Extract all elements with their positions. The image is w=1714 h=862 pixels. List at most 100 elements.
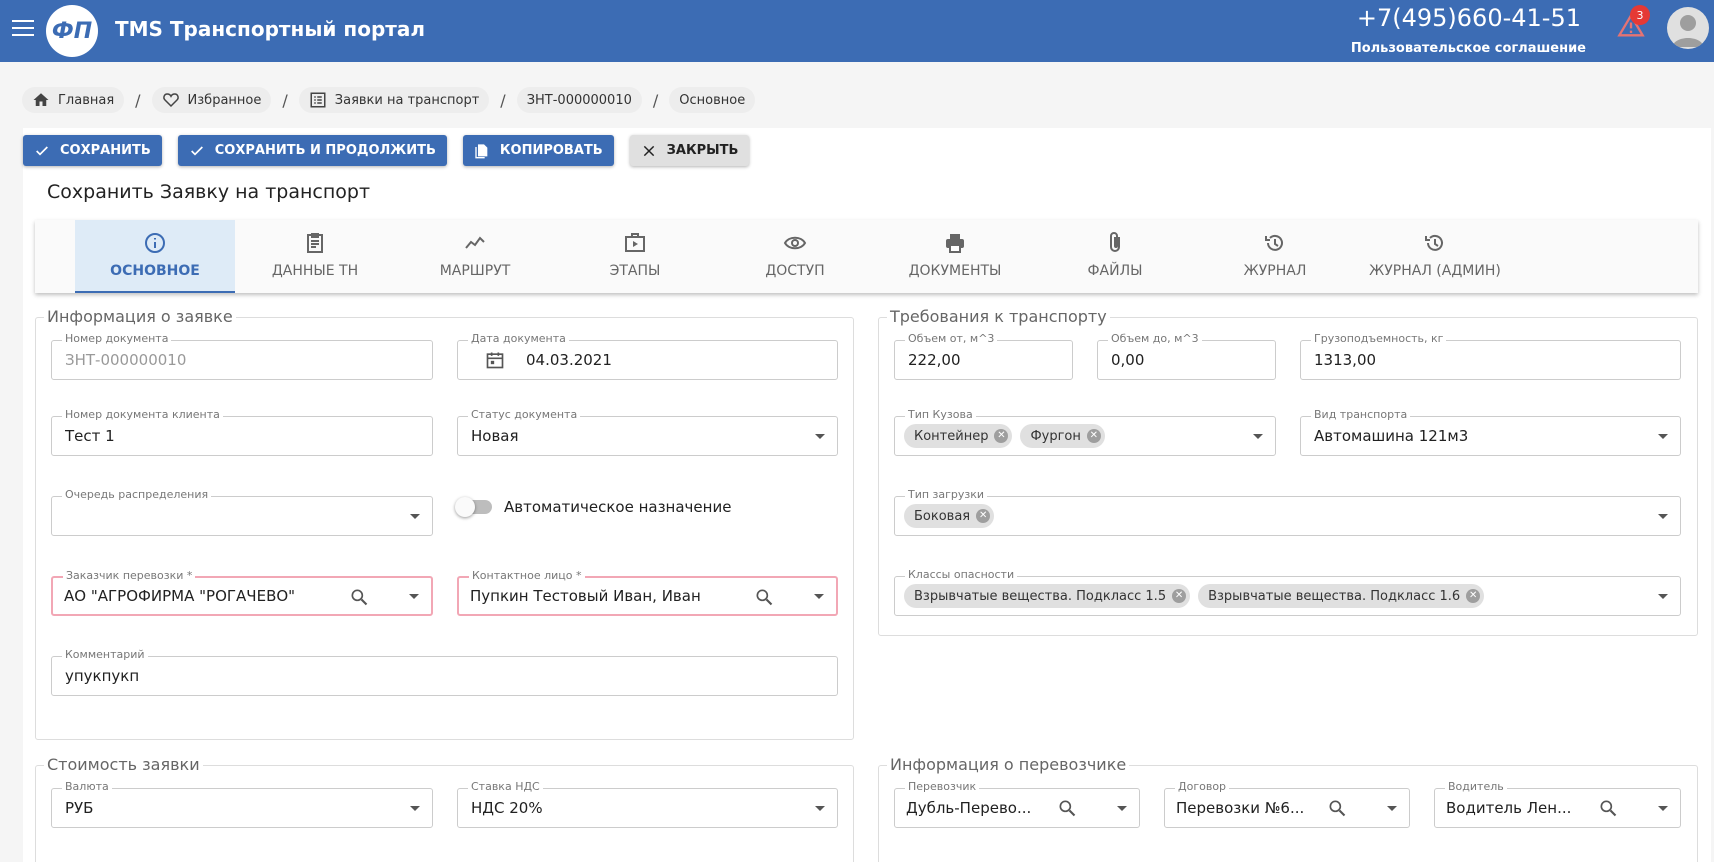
chip-remove-icon[interactable]: ✕ [1466,589,1481,603]
queue-select[interactable]: Очередь распределения [51,488,433,536]
tab-files[interactable]: ФАЙЛЫ [1035,220,1195,293]
volume-from-field[interactable]: Объем от, м^3 222,00 [894,332,1073,380]
tab-tn-data[interactable]: ДАННЫЕ ТН [235,220,395,293]
chip-label: Боковая [914,508,971,524]
chevron-down-icon[interactable] [1658,806,1668,811]
search-icon[interactable] [349,587,369,607]
doc-date-field[interactable]: Дата документа 04.03.2021 [457,332,838,380]
page-title: Сохранить Заявку на транспорт [47,181,371,203]
chip-list: Боковая ✕ [904,504,1002,528]
breadcrumb-home[interactable]: Главная [22,87,125,113]
chip-remove-icon[interactable]: ✕ [994,429,1009,443]
home-icon [33,93,49,106]
capacity-field[interactable]: Грузоподъемность, кг 1313,00 [1300,332,1681,380]
chevron-down-icon[interactable] [1658,514,1668,519]
search-icon[interactable] [754,587,774,607]
toggle-knob [455,497,475,517]
tab-access[interactable]: ДОСТУП [715,220,875,293]
breadcrumb-label: Заявки на транспорт [334,92,480,108]
search-icon[interactable] [1057,798,1077,818]
tab-journal[interactable]: ЖУРНАЛ [1195,220,1355,293]
field-value: упукпукп [65,667,140,685]
chevron-down-icon[interactable] [1117,806,1127,811]
chip-label: Контейнер [914,428,989,444]
search-icon[interactable] [1598,798,1618,818]
app-header: ФП TMS Транспортный портал +7(495)660-41… [0,0,1714,62]
vat-select[interactable]: Ставка НДС НДС 20% [457,780,838,828]
copy-button[interactable]: КОПИРОВАТЬ [462,135,614,166]
save-button[interactable]: СОХРАНИТЬ [23,135,162,166]
loading-type-select[interactable]: Тип загрузки Боковая ✕ [894,488,1681,536]
breadcrumb-label: Основное [679,92,746,108]
chevron-down-icon[interactable] [1658,434,1668,439]
route-icon [465,236,485,249]
close-icon [643,145,654,156]
breadcrumb-current[interactable]: Основное [669,87,756,113]
field-value: АО "АГРОФИРМА "РОГАЧЕВО" [64,587,296,605]
carrier-select[interactable]: Перевозчик Дубль-Перево... [894,780,1140,828]
chip: Боковая ✕ [904,504,995,528]
tab-documents[interactable]: ДОКУМЕНТЫ [875,220,1035,293]
breadcrumb-favorites[interactable]: Избранное [151,87,272,113]
tab-label: МАРШРУТ [439,263,511,279]
chevron-down-icon[interactable] [410,806,420,811]
user-agreement-link[interactable]: Пользовательское соглашение [1351,41,1586,56]
chevron-down-icon[interactable] [410,514,420,519]
save-continue-button[interactable]: СОХРАНИТЬ И ПРОДОЛЖИТЬ [177,135,447,166]
field-value: 222,00 [908,351,961,369]
app-logo[interactable]: ФП [46,5,98,57]
doc-number-field[interactable]: Номер документа ЗНТ-000000010 [51,332,433,380]
currency-select[interactable]: Валюта РУБ [51,780,433,828]
comment-field[interactable]: Комментарий упукпукп [51,648,838,696]
save-continue-button-label: СОХРАНИТЬ И ПРОДОЛЖИТЬ [214,143,436,158]
volume-to-field[interactable]: Объем до, м^3 0,00 [1097,332,1276,380]
chevron-down-icon[interactable] [1253,434,1263,439]
auto-assign-toggle[interactable] [455,497,492,517]
tab-label: ЖУРНАЛ (АДМИН) [1369,263,1501,279]
client-doc-number-field[interactable]: Номер документа клиента Тест 1 [51,408,433,456]
tab-route[interactable]: МАРШРУТ [395,220,555,293]
eye-icon [783,236,807,250]
breadcrumb-label: Главная [58,92,115,108]
chevron-down-icon[interactable] [409,594,419,599]
breadcrumb-label: Избранное [187,92,262,108]
chip-remove-icon[interactable]: ✕ [1086,429,1101,443]
chip-remove-icon[interactable]: ✕ [1172,589,1187,603]
contact-field[interactable]: Контактное лицо * Пупкин Тестовый Иван, … [457,569,838,616]
driver-select[interactable]: Водитель Водитель Лен... [1434,780,1681,828]
breadcrumb-orders[interactable]: Заявки на транспорт [298,87,490,113]
auto-assign-label: Автоматическое назначение [504,498,732,516]
field-label: Перевозчик [905,780,980,793]
body-type-select[interactable]: Тип Кузова Контейнер ✕ Фургон ✕ [894,408,1276,456]
field-value: Пупкин Тестовый Иван, Иван [470,587,701,605]
chevron-down-icon[interactable] [1658,594,1668,599]
chevron-down-icon[interactable] [1387,806,1397,811]
contract-select[interactable]: Договор Перевозки №6... [1164,780,1410,828]
calendar-icon[interactable] [485,350,505,370]
customer-field[interactable]: Заказчик перевозки * АО "АГРОФИРМА "РОГА… [51,569,433,616]
close-button[interactable]: ЗАКРЫТЬ [629,135,750,166]
tab-label: ДОСТУП [765,263,825,279]
search-icon[interactable] [1327,798,1347,818]
breadcrumb: Главная / Избранное / Заявки на транспор… [22,87,756,113]
field-value: Новая [471,427,519,445]
tab-main[interactable]: ОСНОВНОЕ [75,220,235,293]
hazard-classes-select[interactable]: Классы опасности Взрывчатые вещества. По… [894,568,1681,616]
tab-journal-admin[interactable]: ЖУРНАЛ (АДМИН) [1355,220,1515,293]
user-avatar[interactable] [1667,7,1709,49]
tab-label: ФАЙЛЫ [1087,263,1143,279]
breadcrumb-label: ЗНТ-000000010 [526,92,632,108]
breadcrumb-order[interactable]: ЗНТ-000000010 [516,87,642,113]
field-label: Комментарий [62,648,148,661]
chip-remove-icon[interactable]: ✕ [976,509,991,523]
chevron-down-icon[interactable] [815,434,825,439]
tab-bar: ОСНОВНОЕ ДАННЫЕ ТН МАРШРУТ ЭТАПЫ ДОСТУП … [35,220,1698,293]
hamburger-menu-icon[interactable] [12,20,34,40]
copy-button-label: КОПИРОВАТЬ [499,143,603,158]
tab-stages[interactable]: ЭТАПЫ [555,220,715,293]
doc-status-select[interactable]: Статус документа Новая [457,408,838,456]
chevron-down-icon[interactable] [814,594,824,599]
group-title: Информация о заявке [44,307,236,326]
transport-type-select[interactable]: Вид транспорта Автомашина 121м3 [1300,408,1681,456]
chevron-down-icon[interactable] [815,806,825,811]
